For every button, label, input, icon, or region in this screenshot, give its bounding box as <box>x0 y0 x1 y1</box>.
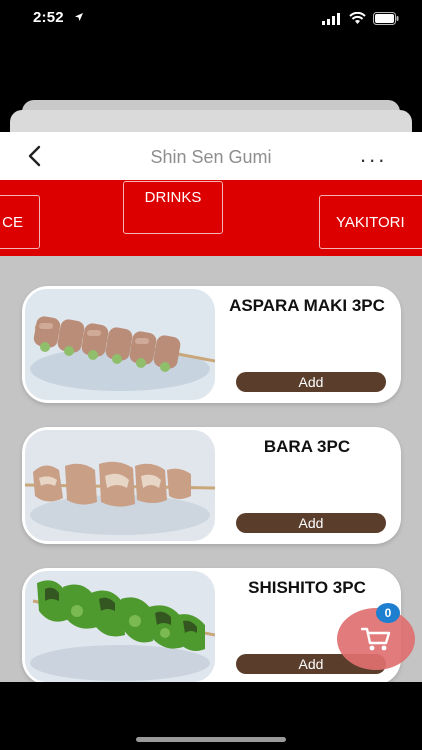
shishito-image <box>25 571 215 682</box>
page-title: Shin Sen Gumi <box>150 147 272 167</box>
cart-count-badge: 0 <box>376 603 400 623</box>
wifi-icon <box>349 12 366 24</box>
category-tab-label: YAKITORI <box>336 213 405 231</box>
category-tab-label: DRINKS <box>144 189 202 206</box>
category-tab-drinks[interactable]: DRINKS <box>123 181 223 234</box>
category-tab-label: CE <box>2 213 23 231</box>
category-bar[interactable]: CE DRINKS YAKITORI <box>0 180 422 256</box>
add-button[interactable]: Add <box>236 372 386 392</box>
status-bar: 2:52 <box>0 0 422 40</box>
add-button[interactable]: Add <box>236 513 386 533</box>
item-name: SHISHITO 3PC <box>248 578 366 597</box>
status-time: 2:52 <box>33 9 64 26</box>
item-name: ASPARA MAKI 3PC <box>229 296 385 315</box>
home-indicator <box>136 737 286 742</box>
nav-bar: Shin Sen Gumi ... <box>0 132 422 180</box>
category-tab[interactable]: CE <box>0 195 40 249</box>
cart-button[interactable] <box>337 608 415 670</box>
battery-icon <box>373 12 399 25</box>
item-name: BARA 3PC <box>263 437 351 456</box>
menu-item-card[interactable]: ASPARA MAKI 3PC Add <box>22 286 401 403</box>
signal-icon <box>322 13 340 25</box>
bara-image <box>25 430 215 541</box>
aspara-maki-image <box>25 289 215 400</box>
category-tab-yakitori[interactable]: YAKITORI <box>319 195 422 249</box>
menu-sheet: Shin Sen Gumi ... CE DRINKS YAKITORI ASP… <box>0 132 422 682</box>
menu-item-card[interactable]: BARA 3PC Add <box>22 427 401 544</box>
location-arrow-icon <box>75 13 83 21</box>
more-button[interactable]: ... <box>360 142 400 167</box>
cart-icon <box>361 627 391 651</box>
